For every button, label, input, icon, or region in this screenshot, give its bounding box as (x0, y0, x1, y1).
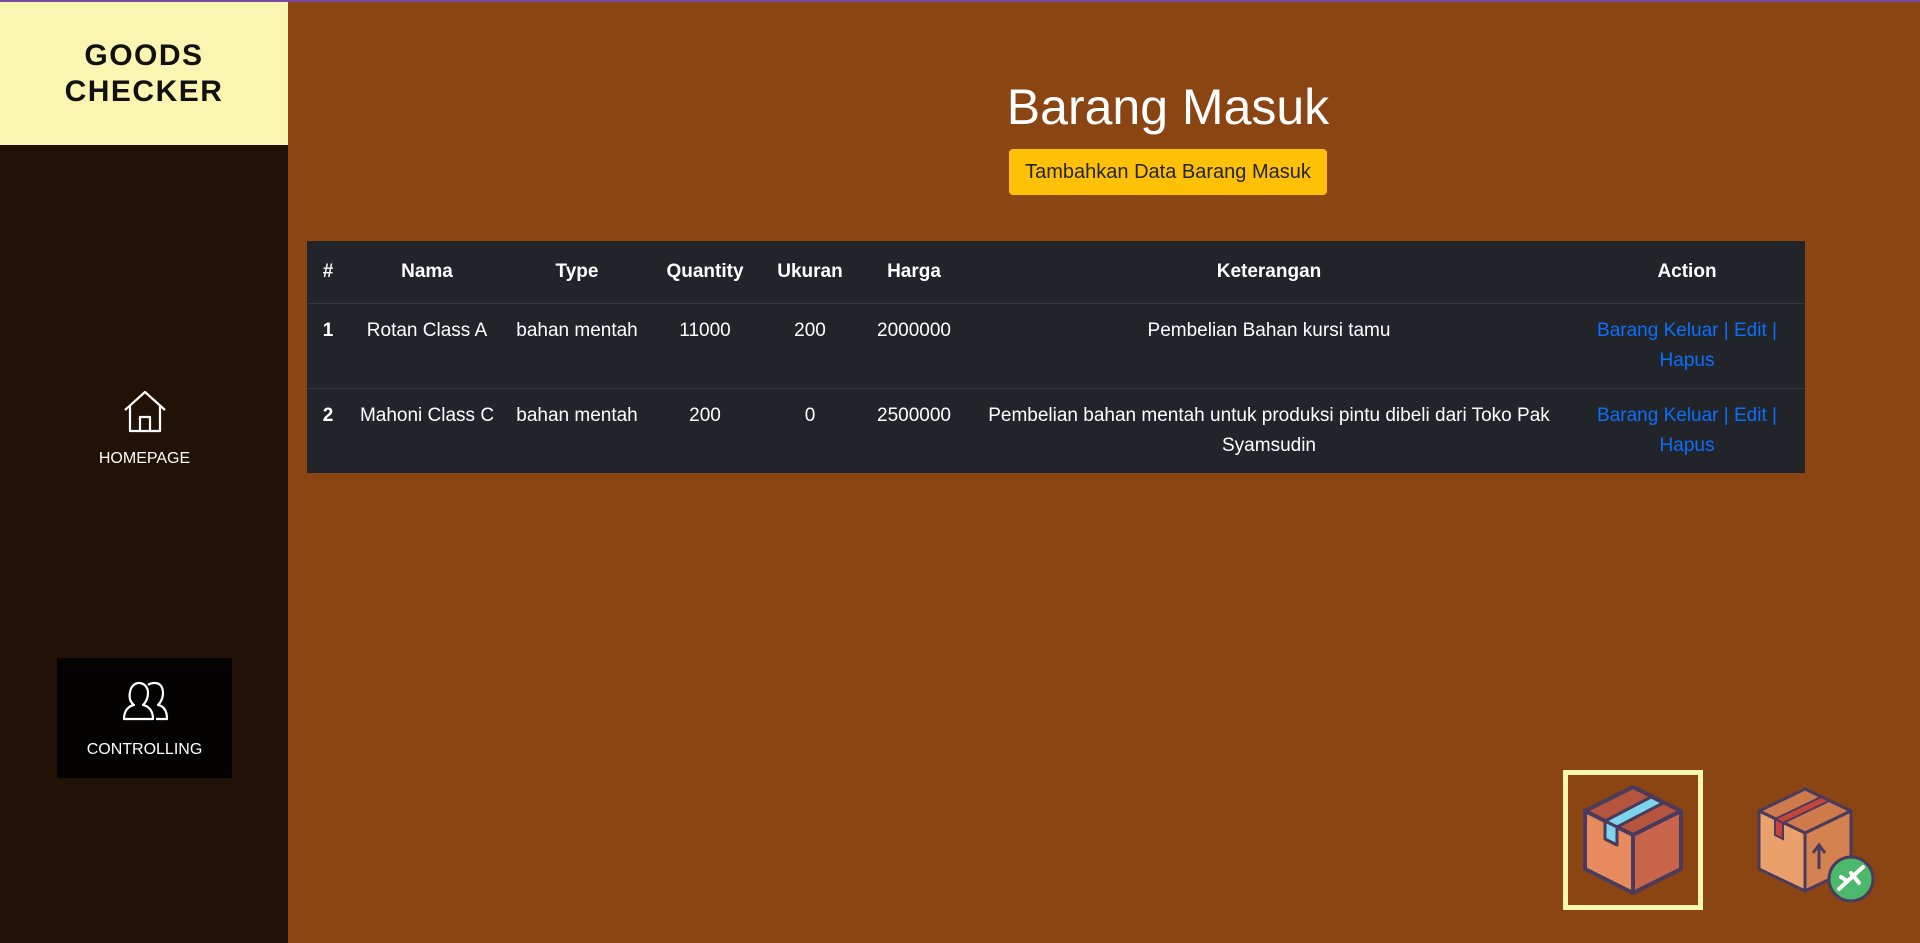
cell-keterangan: Pembelian Bahan kursi tamu (969, 303, 1569, 389)
edit-link[interactable]: Edit (1734, 320, 1767, 341)
box-out-icon (1757, 787, 1875, 903)
cell-type: bahan mentah (505, 303, 649, 389)
cell-nama: Rotan Class A (349, 303, 505, 389)
table-row: 2 Mahoni Class C bahan mentah 200 0 2500… (307, 388, 1805, 473)
column-header: Action (1569, 241, 1805, 304)
cell-type: bahan mentah (516, 404, 638, 426)
nav-item-homepage[interactable]: HOMEPAGE (57, 367, 232, 487)
barang-keluar-link[interactable]: Barang Keluar (1597, 320, 1718, 341)
nav-item-controlling[interactable]: CONTROLLING (57, 658, 232, 778)
cell-quantity: 11000 (649, 303, 761, 389)
brand-line-1: GOODS (84, 38, 204, 72)
cell-action: Barang Keluar | Edit | Hapus (1569, 303, 1805, 389)
barang-masuk-table: # Nama Type Quantity Ukuran Harga Ketera… (307, 241, 1805, 473)
users-icon (122, 681, 168, 721)
column-header: Type (505, 241, 649, 304)
column-header: Ukuran (761, 241, 859, 304)
add-barang-masuk-button[interactable]: Tambahkan Data Barang Masuk (1009, 149, 1327, 195)
home-icon (123, 390, 166, 433)
page-title: Barang Masuk (1006, 79, 1330, 135)
column-header: Harga (859, 241, 969, 304)
column-header: Nama (349, 241, 505, 304)
column-header: Keterangan (969, 241, 1569, 304)
hapus-link[interactable]: Hapus (1660, 350, 1715, 371)
cell-harga: 2500000 (877, 404, 951, 426)
brand-line-2: CHECKER (64, 74, 224, 108)
column-header: Quantity (649, 241, 761, 304)
hapus-link[interactable]: Hapus (1660, 435, 1715, 456)
cell-harga: 2000000 (859, 303, 969, 389)
cell-nama: Mahoni Class C (359, 404, 495, 426)
table-row: 1 Rotan Class A bahan mentah 11000 200 2… (307, 303, 1805, 389)
table-header-row: # Nama Type Quantity Ukuran Harga Ketera… (307, 241, 1805, 304)
box-in-icon (1583, 785, 1683, 895)
barang-keluar-link[interactable]: Barang Keluar (1597, 405, 1718, 426)
edit-link[interactable]: Edit (1734, 405, 1767, 426)
brand-logo: GOODS CHECKER (0, 2, 288, 145)
cell-ukuran: 200 (761, 303, 859, 389)
cell-action: Barang Keluar | Edit | Hapus (1597, 404, 1777, 456)
row-number: 1 (307, 303, 349, 389)
cell-keterangan: Pembelian bahan mentah untuk produksi pi… (988, 404, 1550, 456)
nav-label-controlling: CONTROLLING (86, 741, 203, 758)
row-number: 2 (322, 404, 334, 426)
column-header: # (307, 241, 349, 304)
barang-keluar-button[interactable] (1745, 775, 1885, 915)
sidebar: GOODS CHECKER HOMEPAGE CONTROLLING (0, 2, 288, 943)
barang-masuk-button[interactable] (1563, 770, 1703, 910)
nav-label-homepage: HOMEPAGE (98, 450, 191, 467)
cell-ukuran: 0 (804, 404, 816, 426)
cell-quantity: 200 (689, 404, 721, 426)
